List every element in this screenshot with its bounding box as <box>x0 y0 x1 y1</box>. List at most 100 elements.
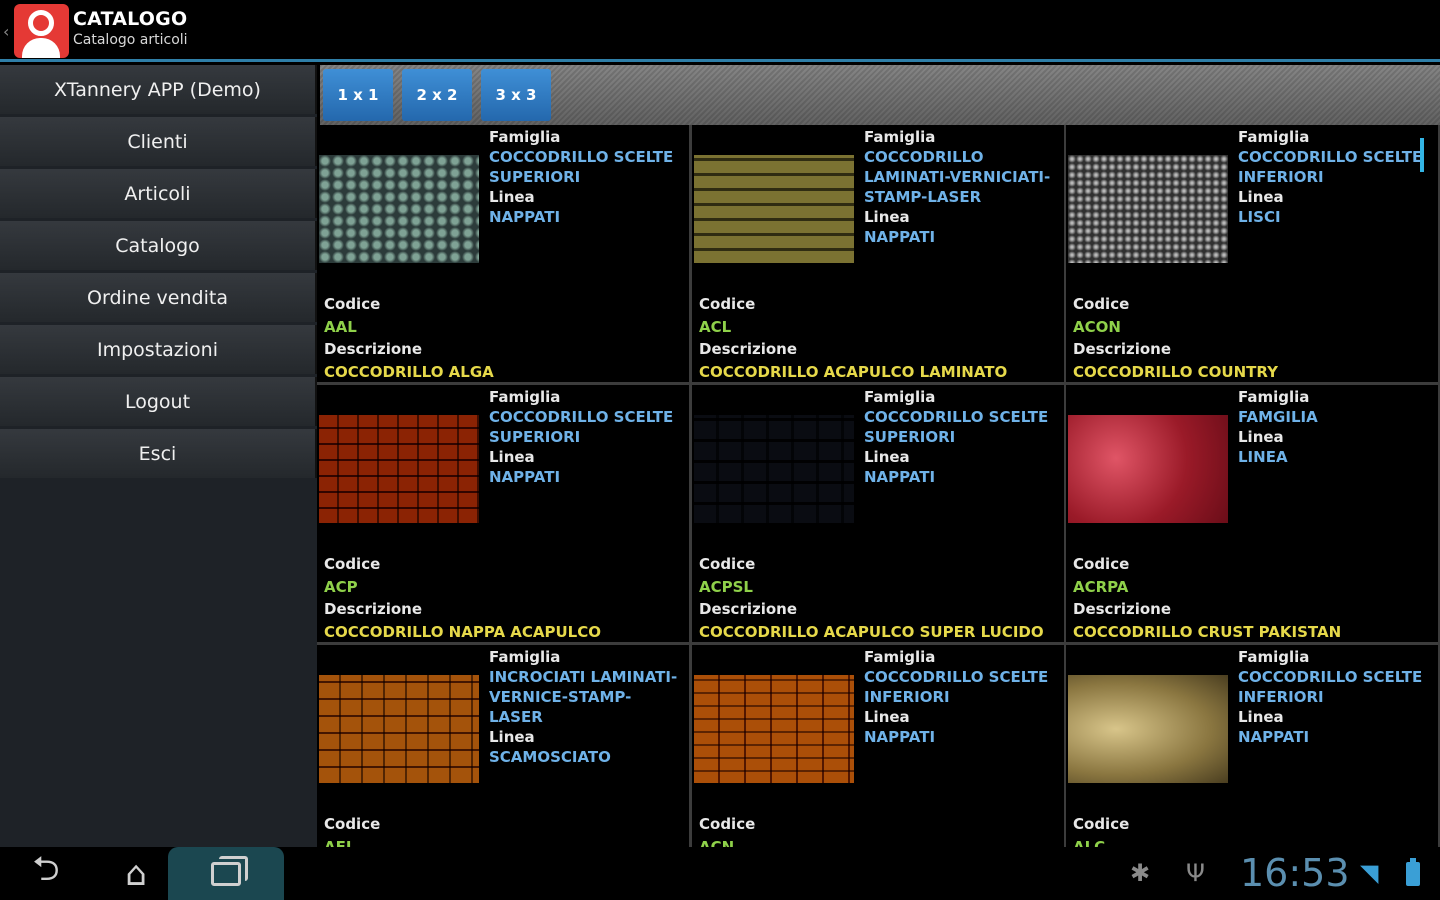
sidebar-item-ordine-vendita[interactable]: Ordine vendita <box>0 273 317 322</box>
codice-value: ACL <box>699 317 732 336</box>
product-thumbnail[interactable] <box>694 415 854 523</box>
product-card[interactable]: Famiglia COCCODRILLO SCELTE INFERIORI Line… <box>1066 645 1438 847</box>
descrizione-label: Descrizione <box>699 340 798 358</box>
descrizione-label: Descrizione <box>1073 340 1172 358</box>
product-thumbnail[interactable] <box>319 675 479 783</box>
wifi-icon: ◥ <box>1360 859 1379 887</box>
product-thumbnail[interactable] <box>319 415 479 523</box>
status-clock: 16:53 <box>1240 851 1350 895</box>
codice-label: Codice <box>699 295 756 313</box>
sidebar-item-logout[interactable]: Logout <box>0 377 317 426</box>
recent-apps-icon[interactable] <box>168 847 284 900</box>
codice-value: ACPSL <box>699 577 753 596</box>
product-info: Famiglia COCCODRILLO SCELTE SUPERIORI Line… <box>489 127 684 227</box>
codice-value: ACON <box>1073 317 1121 336</box>
linea-value: LINEA <box>1238 448 1288 466</box>
sidebar-menu: XTannery APP (Demo) Clienti Articoli Cat… <box>0 65 317 847</box>
famiglia-label: Famiglia <box>1238 388 1310 406</box>
sidebar-item-esci[interactable]: Esci <box>0 429 317 478</box>
linea-value: NAPPATI <box>864 228 936 246</box>
product-codes: Codice ACL Descrizione COCCODRILLO ACAPULCO… <box>699 293 1007 382</box>
product-codes: Codice ACP Descrizione COCCODRILLO NAPPA AC… <box>324 553 601 642</box>
linea-value: NAPPATI <box>489 468 561 486</box>
product-codes: Codice AAL Descrizione COCCODRILLO ALGA <box>324 293 494 382</box>
sidebar-item-xtannery-app[interactable]: XTannery APP (Demo) <box>0 65 317 114</box>
product-card[interactable]: Famiglia COCCODRILLO SCELTE SUPERIORI Line… <box>692 385 1064 642</box>
famiglia-value: COCCODRILLO LAMINATI-VERNICIATI-STAMP-LA… <box>864 148 1051 206</box>
product-thumbnail[interactable] <box>1068 155 1228 263</box>
product-card[interactable]: Famiglia COCCODRILLO SCELTE SUPERIORI Line… <box>317 125 689 382</box>
famiglia-value: COCCODRILLO SCELTE INFERIORI <box>1238 668 1423 706</box>
product-codes: Codice ACRPA Descrizione COCCODRILLO CRUST … <box>1073 553 1341 642</box>
famiglia-value: FAMGILIA <box>1238 408 1318 426</box>
descrizione-value: COCCODRILLO ACAPULCO SUPER LUCIDO <box>699 622 1044 641</box>
codice-label: Codice <box>699 555 756 573</box>
product-info: Famiglia COCCODRILLO SCELTE INFERIORI Line… <box>864 647 1059 747</box>
linea-value: SCAMOSCIATO <box>489 748 611 766</box>
famiglia-value: INCROCIATI LAMINATI-VERNICE-STAMP-LASER <box>489 668 678 726</box>
up-caret-icon[interactable]: ‹ <box>3 22 9 41</box>
famiglia-label: Famiglia <box>864 648 936 666</box>
layout-2x2-button[interactable]: 2 x 2 <box>402 69 472 121</box>
descrizione-value: COCCODRILLO ACAPULCO LAMINATO <box>699 362 1008 381</box>
usb-icon: Ψ <box>1186 859 1205 887</box>
famiglia-value: COCCODRILLO SCELTE SUPERIORI <box>489 148 674 186</box>
product-card[interactable]: Famiglia FAMGILIA Linea LINEA Codice ACRPA Des… <box>1066 385 1438 642</box>
product-thumbnail[interactable] <box>1068 675 1228 783</box>
android-debug-icon: ✱ <box>1130 859 1151 887</box>
descrizione-label: Descrizione <box>324 600 423 618</box>
descrizione-label: Descrizione <box>324 340 423 358</box>
product-card[interactable]: Famiglia COCCODRILLO LAMINATI-VERNICIATI-… <box>692 125 1064 382</box>
sidebar-item-impostazioni[interactable]: Impostazioni <box>0 325 317 374</box>
linea-label: Linea <box>1238 708 1284 726</box>
codice-value: ALC <box>1073 837 1106 848</box>
layout-toolbar: 1 x 1 2 x 2 3 x 3 <box>320 65 1440 125</box>
product-card[interactable]: Famiglia COCCODRILLO SCELTE SUPERIORI Line… <box>317 385 689 642</box>
product-card[interactable]: Famiglia INCROCIATI LAMINATI-VERNICE-STAM… <box>317 645 689 847</box>
app-logo-icon[interactable] <box>14 4 69 58</box>
sidebar-item-articoli[interactable]: Articoli <box>0 169 317 218</box>
codice-value: ACP <box>324 577 358 596</box>
codice-label: Codice <box>324 815 381 833</box>
product-card[interactable]: Famiglia COCCODRILLO SCELTE INFERIORI Line… <box>1066 125 1438 382</box>
page-title: CATALOGO <box>73 8 188 30</box>
scroll-indicator <box>1420 138 1424 172</box>
sidebar-item-catalogo[interactable]: Catalogo <box>0 221 317 270</box>
system-nav-bar: ⮌ ⌂ ✱ Ψ 16:53 ◥ <box>0 847 1440 900</box>
product-info: Famiglia COCCODRILLO SCELTE SUPERIORI Line… <box>864 387 1059 487</box>
codice-label: Codice <box>699 815 756 833</box>
descrizione-value: COCCODRILLO CRUST PAKISTAN <box>1073 622 1342 641</box>
product-thumbnail[interactable] <box>319 155 479 263</box>
codice-value: ACRPA <box>1073 577 1129 596</box>
product-info: Famiglia COCCODRILLO SCELTE INFERIORI Line… <box>1238 647 1433 747</box>
product-info: Famiglia INCROCIATI LAMINATI-VERNICE-STAM… <box>489 647 684 767</box>
product-thumbnail[interactable] <box>694 155 854 263</box>
product-thumbnail[interactable] <box>694 675 854 783</box>
page-subtitle: Catalogo articoli <box>73 32 188 48</box>
linea-label: Linea <box>1238 188 1284 206</box>
product-codes: CodiceACNDescrizione <box>699 813 797 847</box>
descrizione-value: COCCODRILLO COUNTRY <box>1073 362 1278 381</box>
descrizione-value: COCCODRILLO NAPPA ACAPULCO <box>324 622 601 641</box>
product-codes: Codice ACPSL Descrizione COCCODRILLO ACAPUL… <box>699 553 1044 642</box>
famiglia-label: Famiglia <box>489 128 561 146</box>
product-card[interactable]: Famiglia COCCODRILLO SCELTE INFERIORI Line… <box>692 645 1064 847</box>
codice-value: ACN <box>699 837 735 848</box>
product-info: Famiglia FAMGILIA Linea LINEA <box>1238 387 1433 467</box>
sidebar-item-clienti[interactable]: Clienti <box>0 117 317 166</box>
linea-value: NAPPATI <box>1238 728 1310 746</box>
home-icon[interactable]: ⌂ <box>108 847 164 900</box>
product-info: Famiglia COCCODRILLO SCELTE SUPERIORI Line… <box>489 387 684 487</box>
product-thumbnail[interactable] <box>1068 415 1228 523</box>
descrizione-label: Descrizione <box>1073 600 1172 618</box>
product-codes: Codice ACON Descrizione COCCODRILLO COUNTRY <box>1073 293 1278 382</box>
back-icon[interactable]: ⮌ <box>18 847 74 900</box>
linea-label: Linea <box>489 728 535 746</box>
layout-1x1-button[interactable]: 1 x 1 <box>323 69 393 121</box>
famiglia-value: COCCODRILLO SCELTE INFERIORI <box>864 668 1049 706</box>
layout-3x3-button[interactable]: 3 x 3 <box>481 69 551 121</box>
linea-value: NAPPATI <box>489 208 561 226</box>
linea-value: LISCI <box>1238 208 1281 226</box>
codice-label: Codice <box>1073 555 1130 573</box>
codice-value: AAL <box>324 317 357 336</box>
